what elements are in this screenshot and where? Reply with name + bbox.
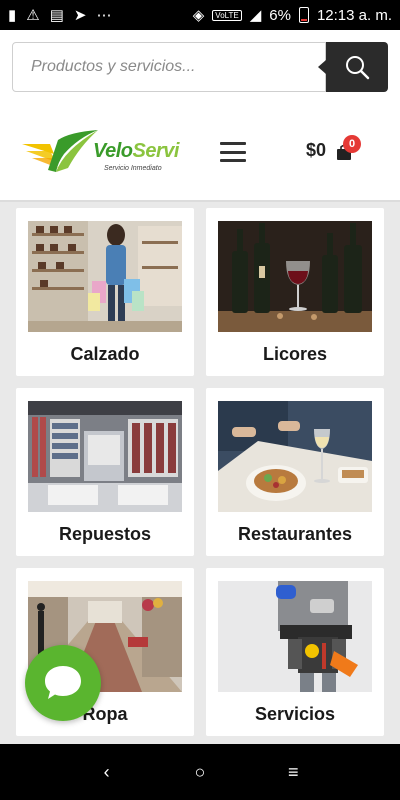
category-card-repuestos[interactable]: Repuestos <box>16 388 194 556</box>
chat-button[interactable] <box>25 645 101 721</box>
battery-icon <box>298 7 309 23</box>
telegram-icon: ➤ <box>73 6 87 24</box>
parts-store-photo <box>28 401 182 512</box>
logo-swoosh-icon <box>22 130 98 172</box>
home-icon[interactable]: ○ <box>180 762 220 783</box>
search-input[interactable] <box>12 42 326 92</box>
more-notifications-icon: ⋯ <box>96 6 112 24</box>
chat-bubble-icon <box>45 666 81 699</box>
battery-alert-icon: ▮ <box>8 6 17 24</box>
category-card-licores[interactable]: Licores <box>206 208 384 376</box>
wine-bottles-photo <box>218 221 372 332</box>
cart-count-badge: 0 <box>343 135 361 153</box>
message-icon: ▤ <box>49 6 64 24</box>
status-bar: ▮ ⚠ ▤ ➤ ⋯ ◈ VoLTE ◢ 6% 12:13 a. m. <box>0 0 400 30</box>
logo-wordmark: VeloServi <box>93 140 179 162</box>
system-nav-bar: ‹ ○ ≡ <box>0 744 400 800</box>
recents-icon[interactable]: ≡ <box>273 762 313 783</box>
category-label: Servicios <box>254 704 336 724</box>
back-icon[interactable]: ‹ <box>87 762 127 783</box>
signal-icon: ◢ <box>249 6 262 24</box>
wifi-icon: ◈ <box>192 6 205 24</box>
category-label: Licores <box>262 344 328 364</box>
veloservi-logo[interactable]: VeloServi Servicio Inmediato <box>20 124 190 180</box>
shoe-store-photo <box>28 221 182 332</box>
logo-tagline: Servicio Inmediato <box>104 165 162 172</box>
category-card-servicios[interactable]: Servicios <box>206 568 384 736</box>
tool-belt-photo <box>218 581 372 692</box>
volte-badge: VoLTE <box>212 9 242 21</box>
category-label: Repuestos <box>58 524 152 544</box>
search-bar <box>0 30 400 100</box>
search-icon <box>346 56 370 80</box>
search-button[interactable] <box>318 42 388 92</box>
category-card-calzado[interactable]: Calzado <box>16 208 194 376</box>
site-header: VeloServi Servicio Inmediato $0 0 <box>0 100 400 202</box>
battery-percent: 6% <box>269 6 291 24</box>
category-label: Restaurantes <box>237 524 353 544</box>
clock: 12:13 a. m. <box>316 6 392 24</box>
cart-amount[interactable]: $0 <box>306 140 326 161</box>
search-box <box>12 42 388 92</box>
restaurant-meal-photo <box>218 401 372 512</box>
menu-icon[interactable] <box>220 142 246 162</box>
warning-icon: ⚠ <box>26 6 40 24</box>
category-card-restaurantes[interactable]: Restaurantes <box>206 388 384 556</box>
category-label: Calzado <box>70 344 140 364</box>
